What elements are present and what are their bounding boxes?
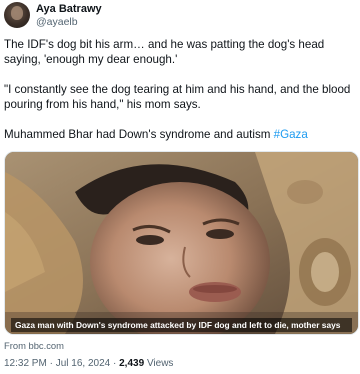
tweet-meta: 12:32 PM · Jul 16, 2024 · 2,439 Views	[4, 358, 173, 369]
author-names[interactable]: Aya Batrawy @ayaelb	[36, 3, 102, 29]
tweet-paragraph-2: "I constantly see the dog tearing at him…	[4, 83, 351, 111]
tweet-header: Aya Batrawy @ayaelb	[4, 2, 356, 32]
tweet-paragraph-1: The IDF's dog bit his arm… and he was pa…	[4, 38, 325, 66]
tweet-card: Aya Batrawy @ayaelb The IDF's dog bit hi…	[0, 0, 360, 374]
avatar[interactable]	[4, 2, 30, 28]
views-count: 2,439	[119, 358, 145, 369]
meta-separator-2: ·	[113, 358, 117, 369]
tweet-time[interactable]: 12:32 PM	[4, 358, 47, 369]
views-label: Views	[146, 358, 174, 369]
author-display-name[interactable]: Aya Batrawy	[36, 3, 102, 16]
tweet-paragraph-3: Muhammed Bhar had Down's syndrome and au…	[4, 127, 356, 142]
video-still	[5, 152, 358, 334]
caption-bar: Gaza man with Down's syndrome attacked b…	[11, 318, 352, 332]
tweet-date[interactable]: Jul 16, 2024	[56, 358, 111, 369]
meta-separator: ·	[49, 358, 53, 369]
tweet-paragraph-3-text: Muhammed Bhar had Down's syndrome and au…	[4, 128, 274, 141]
hashtag-link[interactable]: #Gaza	[274, 128, 308, 141]
link-source[interactable]: From bbc.com	[4, 340, 64, 351]
media-caption: Gaza man with Down's syndrome attacked b…	[15, 320, 341, 330]
link-card-image[interactable]: Gaza man with Down's syndrome attacked b…	[4, 151, 359, 335]
author-handle[interactable]: @ayaelb	[36, 16, 102, 29]
